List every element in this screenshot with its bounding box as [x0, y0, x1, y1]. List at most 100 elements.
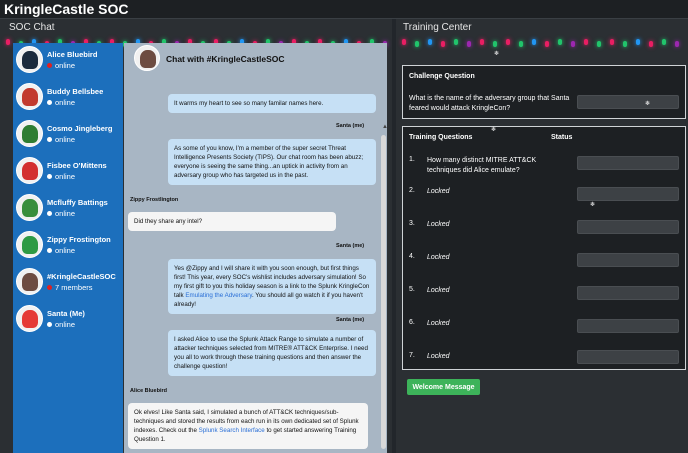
- light-bulb-icon: [415, 41, 419, 47]
- light-bulb-icon: [636, 39, 640, 45]
- snowflake-icon: ❄: [491, 127, 497, 133]
- splunk-search-interface-link[interactable]: Splunk Search Interface: [199, 427, 265, 434]
- avatar: [16, 231, 43, 258]
- christmas-lights-right: [396, 37, 688, 49]
- soc-chat-header: SOC Chat: [9, 22, 55, 33]
- challenge-question-box: Challenge Question What is the name of t…: [402, 65, 686, 119]
- light-bulb-icon: [532, 39, 536, 45]
- status-dot-icon: [47, 248, 52, 253]
- avatar: [16, 157, 43, 184]
- question-number: 5.: [409, 286, 415, 293]
- contact-fisbee-omittens[interactable]: Fisbee O'Mittens online: [13, 157, 123, 193]
- scroll-up-arrow-icon[interactable]: ▲: [382, 124, 388, 130]
- light-bulb-icon: [480, 39, 484, 45]
- chat-scrollbar[interactable]: [381, 135, 386, 449]
- snowflake-icon: ❄: [645, 101, 651, 107]
- answer-input-7[interactable]: [577, 350, 679, 364]
- message-sender: Alice Bluebird: [130, 388, 167, 394]
- question-locked: Locked: [427, 188, 450, 195]
- question-text: How many distinct MITRE ATT&CK technique…: [427, 157, 537, 174]
- contact-list: Alice Bluebird online Buddy Bellsbee onl…: [13, 43, 123, 453]
- contact-status: online: [47, 172, 75, 181]
- contact-buddy-bellsbee[interactable]: Buddy Bellsbee online: [13, 83, 123, 119]
- question-locked: Locked: [427, 353, 450, 360]
- status-header: Status: [551, 134, 573, 141]
- light-bulb-icon: [558, 39, 562, 45]
- question-locked: Locked: [427, 221, 450, 228]
- light-bulb-icon: [402, 39, 406, 45]
- status-dot-icon: [47, 211, 52, 216]
- question-number: 1.: [409, 156, 415, 163]
- training-questions-box: Training Questions Status 1. How many di…: [402, 126, 686, 370]
- contact-status: online: [47, 98, 75, 107]
- message-sender: Santa (me): [336, 123, 365, 129]
- contact-status: 7 members: [47, 283, 93, 292]
- contact-name: #KringleCastleSOC: [47, 272, 116, 281]
- status-dot-icon: [47, 63, 52, 68]
- contact-status: online: [47, 320, 75, 329]
- contact-status: online: [47, 209, 75, 218]
- chat-panel[interactable]: Chat with #KringleCastleSOC It warms my …: [124, 43, 387, 453]
- chat-title: Chat with #KringleCastleSOC: [166, 54, 285, 64]
- welcome-message-button[interactable]: Welcome Message: [407, 379, 480, 395]
- contact-mcfluffy-battings[interactable]: Mcfluffy Battings online: [13, 194, 123, 230]
- contact-santa-me[interactable]: Santa (Me) online: [13, 305, 123, 341]
- chat-message: Yes @Zippy and I will share it with you …: [168, 259, 376, 314]
- light-bulb-icon: [467, 41, 471, 47]
- contact-alice-bluebird[interactable]: Alice Bluebird online: [13, 46, 123, 82]
- message-sender: Zippy Frostlington: [130, 197, 179, 203]
- light-bulb-icon: [571, 41, 575, 47]
- answer-input-2[interactable]: [577, 187, 679, 201]
- title-bar: KringleCastle SOC: [0, 0, 688, 19]
- status-dot-icon: [47, 137, 52, 142]
- light-bulb-icon: [441, 41, 445, 47]
- question-locked: Locked: [427, 254, 450, 261]
- light-bulb-icon: [597, 41, 601, 47]
- chat-message: Did they share any intel?: [128, 212, 336, 231]
- emulating-adversary-link[interactable]: Emulating the Adversary: [185, 292, 252, 299]
- chat-header: Chat with #KringleCastleSOC: [124, 43, 387, 73]
- answer-input-4[interactable]: [577, 253, 679, 267]
- contact-cosmo-jingleberg[interactable]: Cosmo Jingleberg online: [13, 120, 123, 156]
- contact-name: Cosmo Jingleberg: [47, 124, 113, 133]
- contact-name: Mcfluffy Battings: [47, 198, 108, 207]
- light-bulb-icon: [493, 41, 497, 47]
- light-bulb-icon: [662, 39, 666, 45]
- contact-zippy-frostington[interactable]: Zippy Frostington online: [13, 231, 123, 267]
- question-number: 3.: [409, 220, 415, 227]
- message-sender: Santa (me): [336, 317, 365, 323]
- challenge-question-text: What is the name of the adversary group …: [409, 95, 570, 112]
- answer-input-5[interactable]: [577, 286, 679, 300]
- question-number: 2.: [409, 187, 415, 194]
- question-locked: Locked: [427, 320, 450, 327]
- chat-message: I asked Alice to use the Splunk Attack R…: [168, 330, 376, 376]
- contact-name: Santa (Me): [47, 309, 85, 318]
- contact-status: online: [47, 135, 75, 144]
- avatar: [16, 46, 43, 73]
- challenge-answer-input[interactable]: [577, 95, 679, 109]
- answer-input-6[interactable]: [577, 319, 679, 333]
- contact-kringlecastlesoc[interactable]: #KringleCastleSOC 7 members: [13, 268, 123, 304]
- question-number: 6.: [409, 319, 415, 326]
- channel-avatar: [134, 45, 160, 71]
- status-dot-icon: [47, 285, 52, 290]
- contact-status: online: [47, 61, 75, 70]
- snowflake-icon: ❄: [494, 51, 500, 57]
- question-number: 4.: [409, 253, 415, 260]
- contact-name: Buddy Bellsbee: [47, 87, 104, 96]
- status-dot-icon: [47, 174, 52, 179]
- light-bulb-icon: [6, 39, 10, 45]
- contact-name: Alice Bluebird: [47, 50, 98, 59]
- training-questions-header: Training Questions: [409, 134, 473, 141]
- answer-input-1[interactable]: [577, 156, 679, 170]
- contact-name: Zippy Frostington: [47, 235, 111, 244]
- light-bulb-icon: [454, 39, 458, 45]
- light-bulb-icon: [623, 41, 627, 47]
- message-sender: Santa (me): [336, 243, 365, 249]
- app-title: KringleCastle SOC: [4, 1, 129, 17]
- avatar: [16, 83, 43, 110]
- training-center-header: Training Center: [403, 22, 472, 33]
- light-bulb-icon: [519, 41, 523, 47]
- answer-input-3[interactable]: [577, 220, 679, 234]
- status-dot-icon: [47, 322, 52, 327]
